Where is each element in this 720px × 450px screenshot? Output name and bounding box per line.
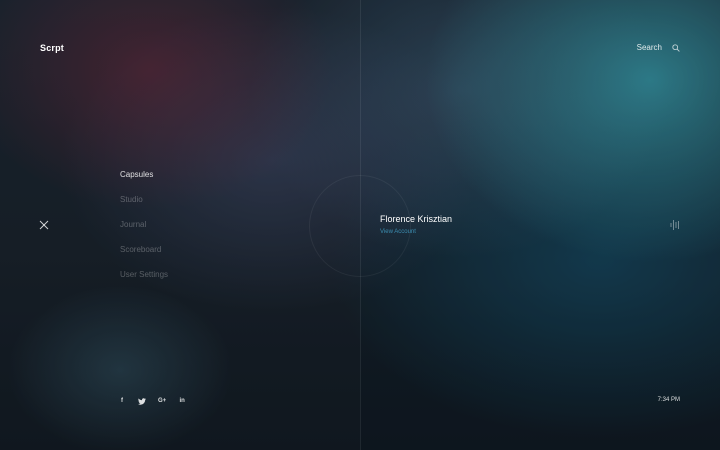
menu-item-user-settings[interactable]: User Settings <box>120 270 168 295</box>
facebook-icon[interactable]: f <box>118 396 126 406</box>
profile-name: Florence Krisztian <box>380 214 453 224</box>
view-account-link[interactable]: View Account <box>380 229 452 235</box>
menu-item-capsules[interactable]: Capsules <box>120 170 168 195</box>
social-links: f G+ in <box>118 396 198 406</box>
menu-item-scoreboard[interactable]: Scoreboard <box>120 245 168 270</box>
menu-panel <box>0 0 360 450</box>
user-profile: Florence Krisztian View Account <box>380 214 452 235</box>
linkedin-icon[interactable]: in <box>178 396 186 406</box>
search-icon <box>672 43 680 52</box>
menu-item-studio[interactable]: Studio <box>120 195 168 220</box>
twitter-icon[interactable] <box>138 396 146 406</box>
audio-bars-icon <box>670 219 680 231</box>
close-menu-button[interactable] <box>38 219 50 231</box>
clock: 7:34 PM <box>657 397 680 403</box>
search-button[interactable]: Search <box>637 43 680 52</box>
app-screen: Scrpt Search Capsules Studio Journal Sco… <box>0 0 720 450</box>
main-menu: Capsules Studio Journal Scoreboard User … <box>120 170 168 295</box>
app-logo[interactable]: Scrpt <box>40 43 64 53</box>
audio-toggle-button[interactable] <box>670 219 680 231</box>
google-plus-icon[interactable]: G+ <box>158 396 166 406</box>
close-icon <box>38 219 50 231</box>
menu-item-journal[interactable]: Journal <box>120 220 168 245</box>
search-label: Search <box>636 43 662 52</box>
